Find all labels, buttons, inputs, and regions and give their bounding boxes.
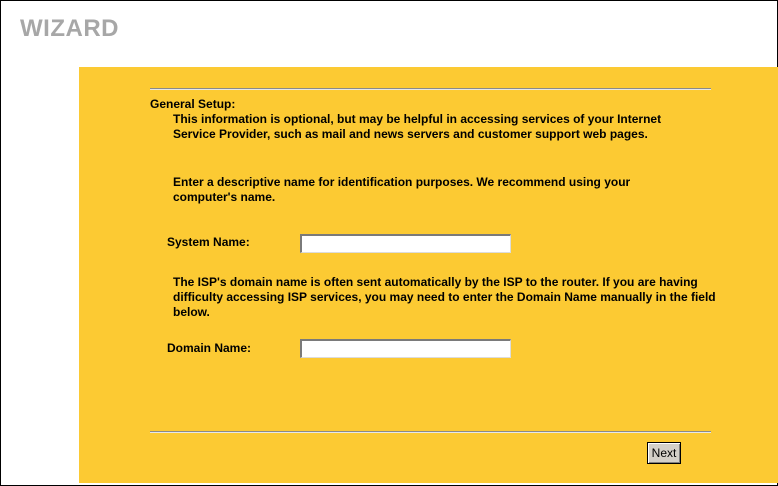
next-button[interactable]: Next	[647, 442, 681, 464]
general-setup-panel: General Setup: This information is optio…	[79, 67, 778, 483]
general-setup-heading: General Setup:	[150, 97, 236, 111]
domain-name-input[interactable]	[300, 339, 511, 358]
wizard-window: WIZARD General Setup: This information i…	[0, 0, 778, 486]
system-name-label: System Name:	[167, 235, 250, 249]
name-hint-text: Enter a descriptive name for identificat…	[173, 175, 631, 204]
domain-hint-text: The ISP's domain name is often sent auto…	[173, 275, 716, 319]
wizard-title: WIZARD	[20, 15, 119, 42]
domain-name-label: Domain Name:	[167, 341, 252, 355]
system-name-input[interactable]	[300, 234, 511, 253]
bottom-divider	[150, 431, 711, 433]
top-divider	[150, 88, 711, 90]
intro-text: This information is optional, but may be…	[173, 112, 662, 141]
